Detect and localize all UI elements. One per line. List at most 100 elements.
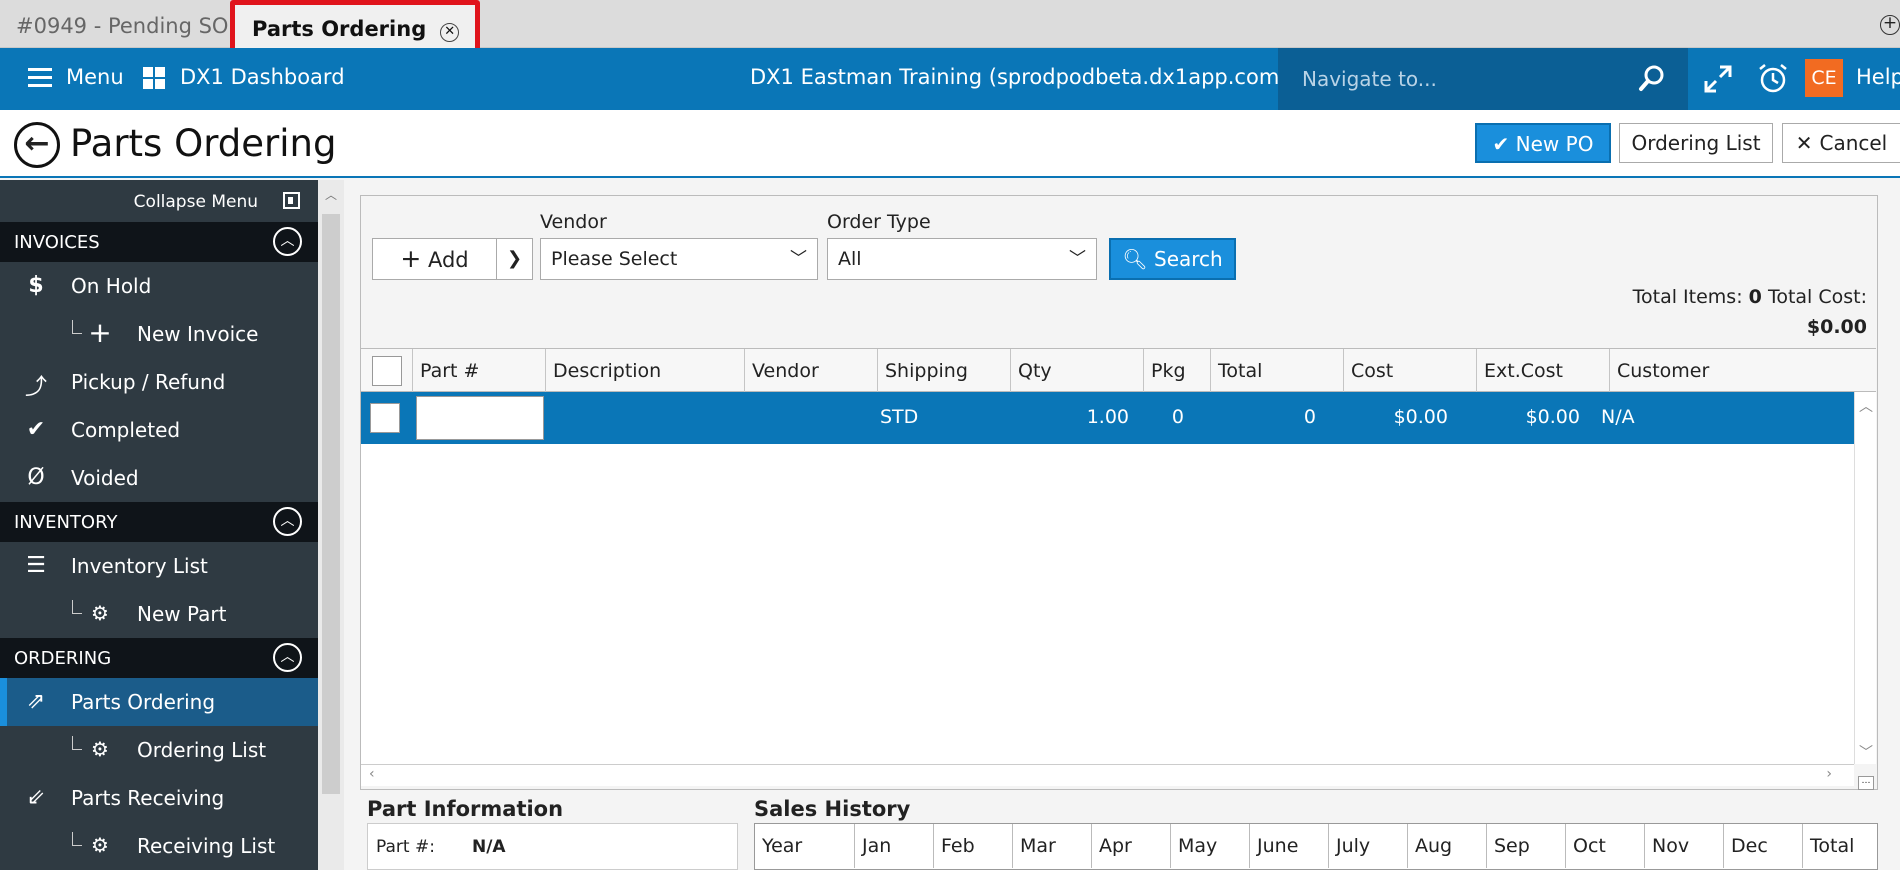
sidebar-item-parts-receiving[interactable]: ⇙ Parts Receiving	[0, 774, 318, 822]
row-cost: $0.00	[1393, 406, 1448, 428]
sidebar-item-new-part[interactable]: ⚙ New Part	[0, 590, 318, 638]
tab-parts-ordering-label: Parts Ordering	[252, 17, 427, 41]
back-arrow-icon[interactable]: ←	[14, 122, 60, 168]
check-icon: ✔	[1492, 132, 1516, 156]
chevron-up-icon[interactable]: ︿	[273, 507, 302, 536]
section-inventory[interactable]: INVENTORY ︿	[0, 502, 318, 542]
sidebar-item-voided[interactable]: Ø Voided	[0, 454, 318, 502]
scroll-right-icon[interactable]: ›	[1826, 766, 1832, 782]
add-button[interactable]: + Add	[372, 238, 497, 280]
sidebar-item-ordering-list[interactable]: ⚙ Ordering List	[0, 726, 318, 774]
cancel-button[interactable]: ✕ Cancel	[1782, 123, 1900, 163]
tab-parts-ordering[interactable]: Parts Ordering ✕	[230, 0, 480, 53]
list-icon: ☰	[26, 553, 46, 578]
navigate-input[interactable]	[1302, 62, 1632, 96]
col-mar: Mar	[1013, 824, 1092, 868]
scroll-up-icon[interactable]: ︿	[325, 186, 337, 203]
col-july: July	[1329, 824, 1408, 868]
col-jan: Jan	[855, 824, 934, 868]
tab-pending-so[interactable]: #0949 - Pending SO	[16, 8, 228, 44]
order-type-select[interactable]: All ﹀	[827, 238, 1097, 280]
col-total: Total	[1810, 835, 1855, 857]
grid-horizontal-scrollbar[interactable]: ‹ ›	[361, 764, 1854, 786]
grid-options-icon[interactable]: …	[1858, 776, 1874, 790]
hamburger-menu-icon[interactable]	[28, 68, 52, 88]
col-customer[interactable]: Customer	[1610, 349, 1876, 393]
gear-icon: ⚙	[91, 833, 109, 857]
order-type-label: Order Type	[827, 211, 931, 233]
col-june: June	[1250, 824, 1329, 868]
grid-vertical-scrollbar[interactable]: ︿ ﹀	[1854, 392, 1876, 764]
col-oct: Oct	[1566, 824, 1645, 868]
search-button[interactable]: 🔍︎ Search	[1109, 238, 1236, 280]
search-icon[interactable]	[1638, 64, 1666, 92]
row-checkbox[interactable]	[370, 403, 400, 433]
part-number-input[interactable]	[416, 396, 544, 440]
dashboard-link[interactable]: DX1 Dashboard	[180, 65, 345, 89]
row-total: 0	[1303, 406, 1316, 428]
scrollbar-thumb[interactable]	[322, 214, 340, 794]
col-qty[interactable]: Qty	[1011, 349, 1144, 393]
ordering-list-button[interactable]: Ordering List	[1619, 123, 1773, 163]
menu-button[interactable]: Menu	[66, 65, 124, 89]
receive-icon: ⇙	[26, 785, 46, 810]
help-link[interactable]: Help	[1856, 65, 1900, 89]
void-icon: Ø	[27, 465, 45, 490]
sidebar-item-inventory-list[interactable]: ☰ Inventory List	[0, 542, 318, 590]
sidebar-item-new-invoice[interactable]: + New Invoice	[0, 310, 318, 358]
plus-icon: +	[88, 316, 112, 349]
add-tab-icon[interactable]: +	[1880, 15, 1900, 35]
row-ext-cost: $0.00	[1525, 406, 1580, 428]
page-titlebar: ← Parts Ordering ✔ New PO Ordering List …	[0, 110, 1900, 178]
vendor-select[interactable]: Please Select ﹀	[540, 238, 818, 280]
col-cost[interactable]: Cost	[1344, 349, 1477, 393]
col-may: May	[1171, 824, 1250, 868]
chevron-up-icon[interactable]: ︿	[273, 643, 302, 672]
order-totals: Total Items: 0 Total Cost: $0.00	[1632, 286, 1867, 338]
scroll-down-icon[interactable]: ﹀	[1859, 742, 1873, 762]
chevron-up-icon[interactable]: ︿	[273, 227, 302, 256]
alarm-clock-icon[interactable]	[1757, 62, 1789, 94]
sidebar-scrollbar[interactable]: ︿	[318, 180, 344, 870]
scroll-up-icon[interactable]: ︿	[1859, 396, 1873, 416]
x-icon: ✕	[1795, 131, 1820, 155]
row-qty: 1.00	[1086, 406, 1129, 428]
col-ext-cost[interactable]: Ext.Cost	[1477, 349, 1610, 393]
table-row[interactable]: STD 1.00 0 0 $0.00 $0.00 N/A	[361, 392, 1854, 444]
fullscreen-icon[interactable]	[1703, 64, 1733, 94]
add-dropdown-chevron-icon[interactable]: ❯	[497, 238, 533, 280]
col-aug: Aug	[1408, 824, 1487, 868]
row-pkg: 0	[1171, 406, 1184, 428]
gear-icon: ⚙	[91, 737, 109, 761]
chevron-down-icon: ﹀	[790, 249, 807, 269]
col-shipping[interactable]: Shipping	[878, 349, 1011, 393]
section-invoices[interactable]: INVOICES ︿	[0, 222, 318, 262]
col-description[interactable]: Description	[546, 349, 745, 393]
sidebar-item-pickup-refund[interactable]: ⤴ Pickup / Refund	[0, 358, 318, 406]
row-customer: N/A	[1601, 406, 1635, 428]
col-vendor[interactable]: Vendor	[745, 349, 878, 393]
collapse-panel-icon[interactable]	[283, 192, 300, 209]
refund-icon: ⤴	[24, 375, 47, 400]
sidebar-item-completed[interactable]: ✔ Completed	[0, 406, 318, 454]
vendor-label: Vendor	[540, 211, 607, 233]
app-title: DX1 Eastman Training (sprodpodbeta.dx1ap…	[750, 65, 1288, 89]
user-avatar[interactable]: CE	[1805, 59, 1843, 97]
dollar-icon: $	[28, 273, 44, 298]
collapse-menu[interactable]: Collapse Menu	[0, 180, 318, 222]
sidebar-item-parts-ordering[interactable]: ⇗ Parts Ordering	[0, 678, 318, 726]
col-pkg[interactable]: Pkg	[1144, 349, 1211, 393]
close-tab-icon[interactable]: ✕	[440, 23, 460, 42]
scroll-left-icon[interactable]: ‹	[369, 766, 375, 782]
section-ordering[interactable]: ORDERING ︿	[0, 638, 318, 678]
sidebar-item-receiving-list[interactable]: ⚙ Receiving List	[0, 822, 318, 870]
new-po-button[interactable]: ✔ New PO	[1475, 123, 1611, 163]
col-part[interactable]: Part #	[413, 349, 546, 393]
dashboard-grid-icon[interactable]	[143, 67, 165, 89]
select-all-checkbox[interactable]	[372, 356, 402, 386]
sidebar-item-on-hold[interactable]: $ On Hold	[0, 262, 318, 310]
col-dec: Dec	[1724, 824, 1803, 868]
part-info-title: Part Information	[367, 797, 564, 821]
plus-icon: +	[400, 244, 422, 273]
col-total[interactable]: Total	[1211, 349, 1344, 393]
